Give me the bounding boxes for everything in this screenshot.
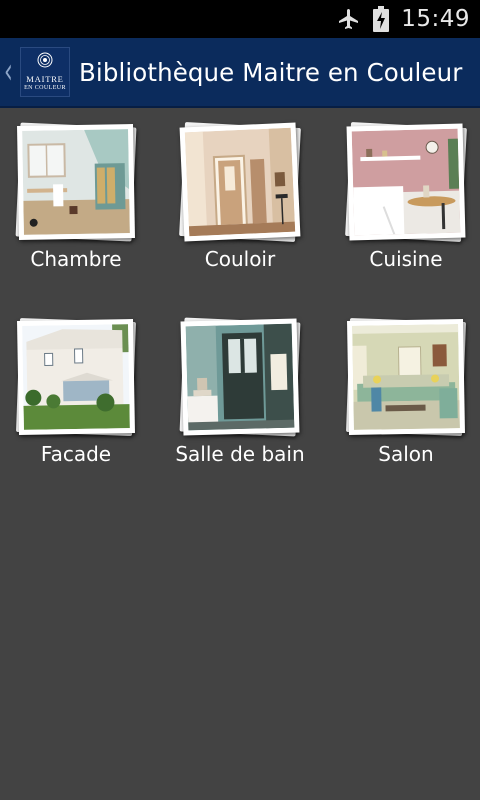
room-label: Cuisine [369, 247, 443, 271]
room-tile-chambre[interactable]: Chambre [6, 108, 146, 273]
room-thumbnail [180, 318, 300, 436]
room-label: Couloir [204, 247, 276, 271]
room-label: Chambre [30, 247, 122, 271]
room-label: Salon [378, 442, 434, 466]
room-label: Salle de bain [175, 442, 305, 466]
room-thumbnail [17, 123, 135, 241]
clock: 15:49 [401, 6, 470, 32]
app-title: Bibliothèque Maitre en Couleur [79, 57, 463, 87]
battery-charging-icon [373, 6, 390, 32]
room-tile-salon[interactable]: Salon [336, 303, 476, 468]
room-tile-couloir[interactable]: Couloir [170, 108, 310, 273]
logo-text-line1: MAITRE [26, 74, 64, 84]
room-tile-cuisine[interactable]: Cuisine [336, 108, 476, 273]
airplane-mode-icon [337, 7, 361, 31]
seal-icon [37, 52, 53, 73]
room-tile-salle-de-bain[interactable]: Salle de bain [170, 303, 310, 468]
room-thumbnail [17, 318, 135, 436]
room-thumbnail [347, 318, 465, 436]
action-bar: ‹ MAITRE EN COULEUR Bibliothèque Maitre … [0, 38, 480, 108]
room-label: Facade [40, 442, 112, 466]
logo-text-line2: EN COULEUR [24, 85, 66, 91]
room-tile-facade[interactable]: Facade [6, 303, 146, 468]
chevron-left-icon: ‹ [4, 52, 13, 92]
app-logo: MAITRE EN COULEUR [20, 47, 70, 97]
room-thumbnail [179, 122, 301, 242]
room-thumbnail [346, 123, 466, 241]
home-up-button[interactable]: ‹ MAITRE EN COULEUR [0, 38, 70, 106]
status-bar: 15:49 [0, 0, 480, 38]
